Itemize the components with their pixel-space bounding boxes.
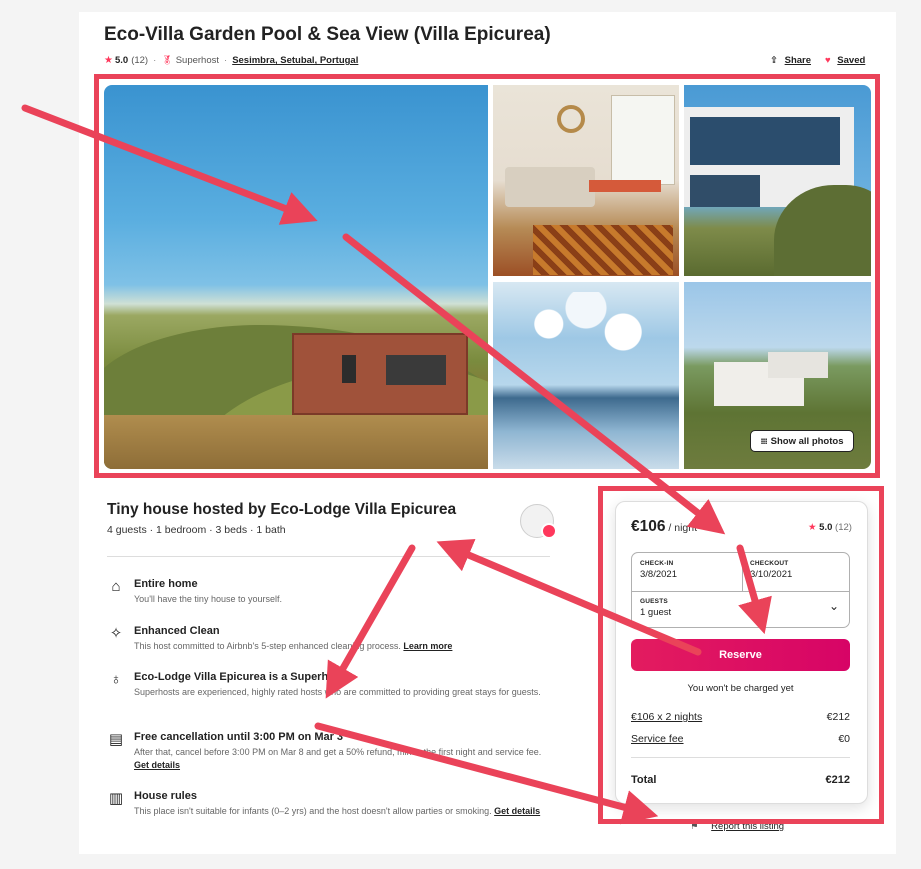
service-fee-row: Service fee €0 xyxy=(631,733,850,745)
medal-icon: ♁ xyxy=(110,671,122,688)
photo-living-room[interactable] xyxy=(493,85,679,276)
star-icon: ★ xyxy=(104,55,113,66)
details-info: 4 guests · 1 bedroom · 3 beds · 1 bath xyxy=(107,524,286,536)
feature-desc: This host committed to Airbnb's 5-step e… xyxy=(134,641,453,651)
reserve-button[interactable]: Reserve xyxy=(631,639,850,671)
feature-desc: After that, cancel before 3:00 PM on Mar… xyxy=(134,747,542,770)
share-label: Share xyxy=(784,55,812,66)
heart-icon: ♥ xyxy=(825,55,831,66)
feature-desc: You'll have the tiny house to yourself. xyxy=(134,594,282,604)
report-listing[interactable]: ⚑ Report this listing xyxy=(690,821,784,832)
guests-label: GUESTS xyxy=(640,598,668,605)
flag-icon: ⚑ xyxy=(690,821,699,832)
share-icon: ⇪ xyxy=(770,55,778,66)
feature-desc: This place isn't suitable for infants (0… xyxy=(134,806,541,816)
nights-fee-label[interactable]: €106 x 2 nights xyxy=(631,711,702,723)
widget-rating-value: 5.0 xyxy=(819,522,833,533)
star-icon: ★ xyxy=(808,522,817,533)
listing-meta: ★ 5.0 (12) · 🏅︎ Superhost · Sesimbra, Se… xyxy=(104,55,358,66)
feature-title: House rules xyxy=(134,790,197,802)
guests-value: 1 guest xyxy=(640,607,672,618)
price-value: €106 xyxy=(631,518,666,535)
feature-title: Eco-Lodge Villa Epicurea is a Superhost xyxy=(134,671,345,683)
saved-label: Saved xyxy=(837,55,866,66)
cancellation-details-link[interactable]: Get details xyxy=(134,760,180,770)
show-all-photos-label: Show all photos xyxy=(770,435,844,447)
review-count[interactable]: (12) xyxy=(131,55,148,66)
learn-more-link[interactable]: Learn more xyxy=(403,641,452,651)
checkin-field[interactable]: CHECK-IN 3/8/2021 xyxy=(631,552,741,590)
checkout-field[interactable]: CHECKOUT 3/10/2021 xyxy=(741,552,850,590)
checkin-label: CHECK-IN xyxy=(640,560,674,567)
per-night-label: / night xyxy=(665,522,698,534)
superhost-label: Superhost xyxy=(175,55,220,66)
checkout-label: CHECKOUT xyxy=(750,560,789,567)
checkout-value: 3/10/2021 xyxy=(750,569,793,580)
share-button[interactable]: ⇪ Share xyxy=(770,55,811,66)
divider xyxy=(631,757,850,758)
photo-pool-view[interactable] xyxy=(493,282,679,469)
sparkle-icon: ✧ xyxy=(109,625,123,642)
nights-fee-value: €212 xyxy=(826,711,850,723)
calendar-icon: ▤ xyxy=(108,731,124,748)
service-fee-value: €0 xyxy=(838,733,850,745)
feature-title: Entire home xyxy=(134,578,198,590)
grid-icon: ⁝⁝⁝ xyxy=(760,436,768,446)
saved-button[interactable]: ♥ Saved xyxy=(825,55,865,66)
total-label: Total xyxy=(631,774,657,786)
total-value: €212 xyxy=(825,774,850,786)
total-row: Total €212 xyxy=(631,774,850,786)
location-link[interactable]: Sesimbra, Setubal, Portugal xyxy=(232,55,358,66)
show-all-photos-button[interactable]: ⁝⁝⁝ Show all photos xyxy=(750,430,854,452)
book-icon: ▥ xyxy=(108,790,124,807)
listing-actions: ⇪ Share ♥ Saved xyxy=(770,55,865,66)
nights-fee-row: €106 x 2 nights €212 xyxy=(631,711,850,723)
widget-rating: ★ 5.0 (12) xyxy=(808,522,852,533)
feature-title: Enhanced Clean xyxy=(134,625,220,637)
nightly-price: €106 / night xyxy=(631,518,697,536)
widget-review-count[interactable]: (12) xyxy=(835,522,852,533)
separator-dot: · xyxy=(224,55,228,66)
separator-dot: · xyxy=(153,55,157,66)
checkin-value: 3/8/2021 xyxy=(640,569,677,580)
photo-villa-exterior[interactable] xyxy=(684,85,871,276)
report-listing-label: Report this listing xyxy=(711,821,785,832)
no-charge-note: You won't be charged yet xyxy=(687,683,794,694)
house-rules-details-link[interactable]: Get details xyxy=(494,806,540,816)
home-icon: ⌂ xyxy=(111,578,121,595)
divider xyxy=(107,556,550,557)
superhost-icon: 🏅︎ xyxy=(161,55,173,65)
service-fee-label[interactable]: Service fee xyxy=(631,733,684,745)
main-photo[interactable] xyxy=(104,85,488,469)
guests-field[interactable]: GUESTS 1 guest ⌄ xyxy=(631,590,850,628)
rating-value: 5.0 xyxy=(114,55,129,66)
feature-desc: Superhosts are experienced, highly rated… xyxy=(134,687,541,697)
host-avatar[interactable] xyxy=(520,504,557,539)
chevron-down-icon: ⌄ xyxy=(829,599,840,613)
details-heading: Tiny house hosted by Eco-Lodge Villa Epi… xyxy=(107,501,457,518)
listing-title: Eco-Villa Garden Pool & Sea View (Villa … xyxy=(104,24,551,45)
feature-title: Free cancellation until 3:00 PM on Mar 3 xyxy=(134,731,344,743)
